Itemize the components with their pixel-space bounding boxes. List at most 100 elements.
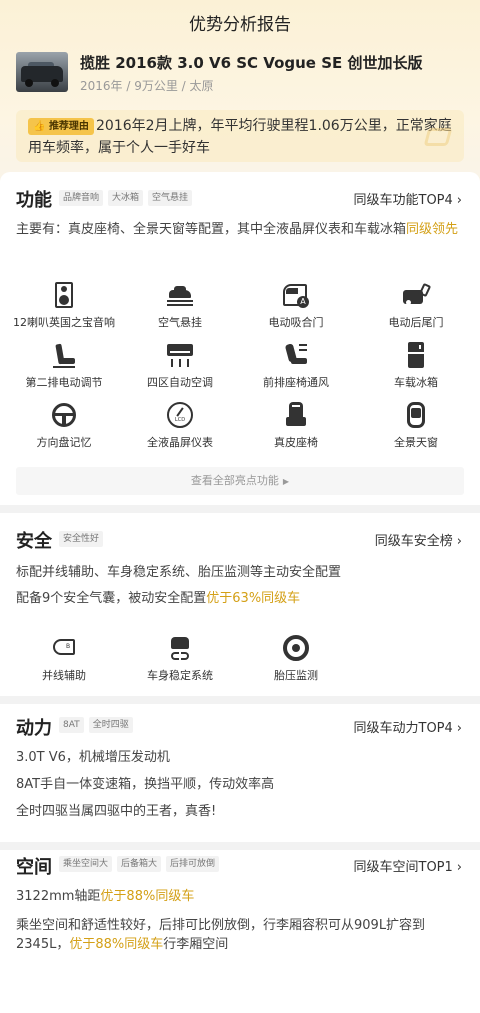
- desc-highlight: 优于63%同级车: [206, 591, 301, 606]
- feature-item[interactable]: 胎压监测: [236, 635, 356, 683]
- car-summary[interactable]: 揽胜 2016款 3.0 V6 SC Vogue SE 创世加长版 2016年 …: [16, 50, 464, 96]
- chevron-right-icon: ›: [456, 721, 462, 736]
- feature-item[interactable]: 第二排电动调节: [4, 342, 124, 390]
- feature-item[interactable]: LCD 全液晶屏仪表: [120, 402, 240, 450]
- chevron-right-icon: ›: [456, 193, 462, 208]
- desc-text: 配备9个安全气囊，被动安全配置: [16, 591, 207, 606]
- feature-label: 电动吸合门: [268, 316, 324, 329]
- feature-label: 空气悬挂: [158, 316, 202, 329]
- power-line-2: 8AT手自一体变速箱，换挡平顺，传动效率高: [16, 777, 275, 792]
- blind-spot-icon: B: [51, 635, 77, 661]
- feature-label: 全液晶屏仪表: [147, 436, 213, 449]
- rank-label: 同级车动力TOP4: [353, 721, 453, 736]
- space-title: 空间: [16, 857, 52, 878]
- feature-label: 第二排电动调节: [25, 376, 103, 389]
- feature-label: 车身稳定系统: [147, 669, 213, 682]
- steering-wheel-icon: [51, 402, 77, 428]
- feature-label: 前排座椅通风: [263, 376, 329, 389]
- feature-item[interactable]: 电动后尾门: [356, 282, 476, 330]
- space-line-1: 3122mm轴距优于88%同级车: [16, 886, 464, 908]
- tag: 全时四驱: [88, 717, 133, 733]
- page-title: 优势分析报告: [189, 15, 291, 35]
- view-all-features-button[interactable]: 查看全部亮点功能 ▶: [16, 467, 464, 495]
- tag: 大冰箱: [108, 190, 144, 206]
- safety-title: 安全: [16, 531, 52, 552]
- feature-item[interactable]: 方向盘记忆: [4, 402, 124, 450]
- watermark-icon: [423, 128, 453, 146]
- feature-item[interactable]: 空气悬挂: [120, 282, 240, 330]
- desc-highlight: 同级领先: [406, 222, 459, 237]
- feature-item[interactable]: 车载冰箱: [356, 342, 476, 390]
- rank-label: 同级车安全榜: [374, 534, 453, 549]
- feature-label: 12喇叭英国之宝音响: [13, 316, 115, 329]
- desc-highlight: 优于88%同级车: [100, 889, 195, 904]
- feature-label: 真皮座椅: [274, 436, 318, 449]
- rank-label: 同级车空间TOP1: [353, 860, 453, 875]
- chevron-right-icon: ›: [456, 860, 462, 875]
- feature-label: 方向盘记忆: [36, 436, 92, 449]
- recommend-text: 2016年2月上牌，年平均行驶里程1.06万公里，正常家庭用车频率，属于个人一手…: [28, 118, 452, 156]
- seat-adjust-icon: [51, 342, 77, 368]
- tag: 后备箱大: [117, 856, 162, 872]
- feature-label: 胎压监测: [274, 669, 318, 682]
- function-rank-link[interactable]: 同级车功能TOP4 ›: [354, 189, 463, 208]
- space-rank-link[interactable]: 同级车空间TOP1 ›: [354, 856, 463, 875]
- feature-item[interactable]: 车身稳定系统: [120, 635, 240, 683]
- desc-highlight: 优于88%同级车: [69, 937, 164, 952]
- car-thumbnail: [16, 52, 68, 92]
- feature-label: 电动后尾门: [388, 316, 444, 329]
- safety-line-2: 配备9个安全气囊，被动安全配置优于63%同级车: [16, 588, 464, 610]
- car-door-icon: A: [283, 282, 309, 308]
- triangle-right-icon: ▶: [282, 477, 290, 486]
- car-meta: 2016年 / 9万公里 / 太原: [80, 79, 214, 93]
- function-title: 功能: [16, 190, 52, 211]
- leather-seat-icon: [283, 402, 309, 428]
- feature-item[interactable]: 全景天窗: [356, 402, 476, 450]
- space-line-3: 2345L，优于88%同级车行李厢空间: [16, 934, 464, 956]
- power-tags: 8AT 全时四驱: [59, 717, 133, 733]
- feature-label: 并线辅助: [42, 669, 86, 682]
- feature-item[interactable]: B 并线辅助: [4, 635, 124, 683]
- view-all-label: 查看全部亮点功能: [190, 474, 279, 487]
- feature-item[interactable]: A 电动吸合门: [236, 282, 356, 330]
- rank-label: 同级车功能TOP4: [353, 193, 453, 208]
- space-tags: 乘坐空间大 后备箱大 后排可放倒: [59, 856, 220, 872]
- tag: 乘坐空间大: [59, 856, 113, 872]
- tag: 空气悬挂: [148, 190, 193, 206]
- car-name: 揽胜 2016款 3.0 V6 SC Vogue SE 创世加长版: [80, 54, 423, 72]
- tag: 品牌音响: [59, 190, 104, 206]
- speaker-icon: [51, 282, 77, 308]
- power-line-3: 全时四驱当属四驱中的王者，真香!: [16, 804, 217, 819]
- sunroof-icon: [403, 402, 429, 428]
- feature-label: 四区自动空调: [147, 376, 213, 389]
- function-card: 功能 品牌音响 大冰箱 空气悬挂 同级车功能TOP4 › 主要有：真皮座椅、全景天…: [0, 172, 480, 505]
- function-tags: 品牌音响 大冰箱 空气悬挂: [59, 190, 193, 206]
- tag: 安全性好: [59, 531, 104, 547]
- seat-ventilation-icon: [283, 342, 309, 368]
- lcd-gauge-icon: LCD: [167, 402, 193, 428]
- air-suspension-icon: [167, 282, 193, 308]
- safety-rank-link[interactable]: 同级车安全榜 ›: [375, 530, 462, 549]
- power-card: 动力 8AT 全时四驱 同级车动力TOP4 › 3.0T V6，机械增压发动机 8…: [0, 704, 480, 842]
- desc-text: 主要有：真皮座椅、全景天窗等配置，其中全液晶屏仪表和车载冰箱: [16, 222, 407, 237]
- feature-item[interactable]: 真皮座椅: [236, 402, 356, 450]
- fridge-icon: [403, 342, 429, 368]
- air-conditioner-icon: [167, 342, 193, 368]
- space-card: 空间 乘坐空间大 后备箱大 后排可放倒 同级车空间TOP1 › 3122mm轴距优…: [0, 850, 480, 1013]
- feature-item[interactable]: 前排座椅通风: [236, 342, 356, 390]
- desc-text: 2345L，: [16, 937, 70, 952]
- tag: 8AT: [59, 717, 84, 733]
- chevron-right-icon: ›: [456, 534, 462, 549]
- function-desc: 主要有：真皮座椅、全景天窗等配置，其中全液晶屏仪表和车载冰箱同级领先: [16, 219, 464, 241]
- safety-tags: 安全性好: [59, 531, 104, 547]
- feature-item[interactable]: 12喇叭英国之宝音响: [4, 282, 124, 330]
- recommend-reason-box: 👍 推荐理由 2016年2月上牌，年平均行驶里程1.06万公里，正常家庭用车频率…: [16, 110, 464, 162]
- safety-card: 安全 安全性好 同级车安全榜 › 标配并线辅助、车身稳定系统、胎压监测等主动安全配…: [0, 513, 480, 696]
- desc-text: 3122mm轴距: [16, 889, 101, 904]
- safety-line-1: 标配并线辅助、车身稳定系统、胎压监测等主动安全配置: [16, 565, 342, 580]
- feature-item[interactable]: 四区自动空调: [120, 342, 240, 390]
- tailgate-icon: [403, 282, 432, 308]
- feature-label: 全景天窗: [394, 436, 438, 449]
- feature-label: 车载冰箱: [394, 376, 438, 389]
- power-rank-link[interactable]: 同级车动力TOP4 ›: [354, 717, 463, 736]
